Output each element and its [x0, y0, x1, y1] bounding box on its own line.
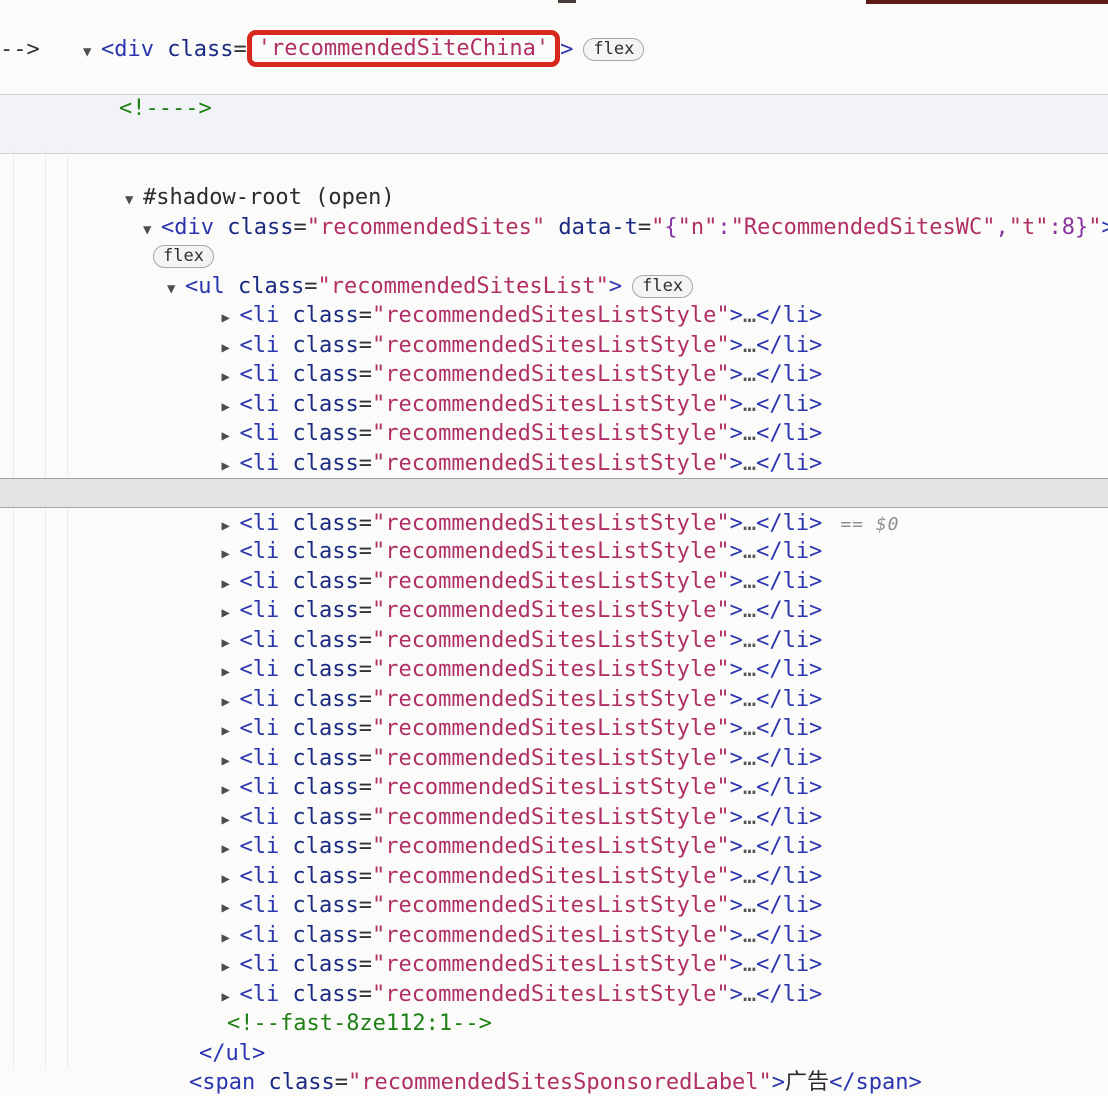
- tree-row-li-recommendedSitesListStyle[interactable]: ▶<li class="recommendedSitesListStyle">……: [0, 567, 1108, 623]
- tree-row-shadow-root[interactable]: ▼ #shadow-root (open): [0, 154, 1108, 210]
- tree-row-li-recommendedSitesListStyle[interactable]: ▶<li class="recommendedSitesListStyle">……: [0, 508, 1108, 564]
- annotation-highlight-box: 'recommendedSiteChina': [246, 29, 561, 67]
- tree-row-li-recommendedSitesListStyle[interactable]: ▶<li class="recommendedSitesListStyle">……: [0, 596, 1108, 653]
- tree-row-li-recommendedSitesListStyle[interactable]: ▶<li class="recommendedSitesListStyle">……: [0, 803, 1108, 859]
- tree-row-li-recommendedSitesListStyle[interactable]: ▶<li class="recommendedSitesListStyle">……: [0, 478, 1108, 536]
- tree-row-ul-recommendedSitesList[interactable]: ▼ <ul class="recommendedSitesList"> flex: [0, 242, 1108, 299]
- tree-row-li-recommendedSitesListStyle[interactable]: ▶<li class="recommendedSitesListStyle">……: [0, 773, 1108, 830]
- tree-row-li-recommendedSitesListStyle[interactable]: ▶<li class="recommendedSitesListStyle">……: [0, 626, 1108, 682]
- devtools-elements-panel: ▼ <div class='recommendedSiteChina' > flex …: [0, 0, 1108, 1096]
- punct-token: =: [233, 36, 247, 62]
- tree-row-span-sponsored-label[interactable]: <span class="recommendedSitesSponsoredLa…: [0, 1039, 1108, 1095]
- tree-row-comment[interactable]: <!---->: [0, 64, 1108, 121]
- tree-row-li-recommendedSitesListStyle[interactable]: ▶<li class="recommendedSitesListStyle">……: [0, 272, 1108, 328]
- tree-row-li-recommendedSitesListStyle[interactable]: ▶<li class="recommendedSitesListStyle">……: [0, 891, 1108, 948]
- tree-row-li-recommendedSitesListStyle[interactable]: ▶<li class="recommendedSitesListStyle">……: [0, 331, 1108, 387]
- tree-row-div-close[interactable]: </div>: [0, 1068, 1108, 1096]
- tree-row-li-recommendedSitesListStyle[interactable]: ▶<li class="recommendedSitesListStyle">……: [0, 950, 1108, 1007]
- attr-name-token: class: [167, 36, 234, 62]
- tree-row-li-recommendedSitesListStyle[interactable]: ▶<li class="recommendedSitesListStyle">……: [0, 714, 1108, 771]
- attr-value-token: 'recommendedSiteChina': [257, 35, 550, 61]
- tree-row-li-recommendedSitesListStyle[interactable]: ▶<li class="recommendedSitesListStyle">……: [0, 921, 1108, 977]
- tree-row-li-recommendedSitesListStyle[interactable]: ▶<li class="recommendedSitesListStyle">……: [0, 862, 1108, 918]
- cropped-previous-row-artifact: [866, 0, 1108, 4]
- tree-row-li-recommendedSitesListStyle[interactable]: ▶<li class="recommendedSitesListStyle">……: [0, 419, 1108, 476]
- flex-badge[interactable]: flex: [583, 37, 645, 61]
- tree-row-ul-close[interactable]: </ul>: [0, 1009, 1108, 1066]
- tree-row-li-recommendedSitesListStyle[interactable]: ▶<li class="recommendedSitesListStyle">……: [0, 360, 1108, 417]
- comment-token: <!---->: [118, 95, 212, 121]
- tree-row-li-recommendedSitesListStyle[interactable]: ▶<li class="recommendedSitesListStyle">……: [0, 685, 1108, 741]
- tree-row-li-recommendedSitesListStyle[interactable]: ▶<li class="recommendedSitesListStyle">……: [0, 449, 1108, 505]
- tree-row-li-recommendedSitesListStyle[interactable]: ▶<li class="recommendedSitesListStyle">……: [0, 832, 1108, 889]
- tree-row-div-recommendedSites[interactable]: ▼ <div class="recommendedSites" data-t="{…: [0, 183, 1108, 240]
- tree-row-comment-fast[interactable]: <!--fast-8ze112:1-->: [0, 980, 1108, 1036]
- tree-row-li-recommendedSitesListStyle[interactable]: ▶<li class="recommendedSitesListStyle">……: [0, 655, 1108, 712]
- tag-token: >: [560, 36, 574, 62]
- li-row-list: ▶ <li class="recommendedSitesListStyle">……: [0, 272, 1108, 1007]
- tree-row-flex-badge-wrap: flex: [0, 213, 1108, 268]
- cropped-previous-row-artifact: [558, 0, 576, 3]
- tree-row-div-recommendedSiteChina[interactable]: ▼ <div class= 'recommendedSiteChina' > flex: [0, 5, 1108, 67]
- tree-row-li-recommendedSitesListStyle[interactable]: ▶<li class="recommendedSitesListStyle">……: [0, 537, 1108, 594]
- tag-token: <div: [100, 36, 168, 62]
- tree-row-li-recommendedSitesListStyle[interactable]: ▶<li class="recommendedSitesListStyle">……: [0, 390, 1108, 446]
- tree-row-li-recommendedSitesListStyle[interactable]: ▶<li class="recommendedSitesListStyle">……: [0, 744, 1108, 800]
- disclosure-triangle-expanded-icon[interactable]: ▼: [83, 38, 101, 68]
- tree-row-li-recommendedSitesListStyle[interactable]: ▶<li class="recommendedSitesListStyle">……: [0, 301, 1108, 358]
